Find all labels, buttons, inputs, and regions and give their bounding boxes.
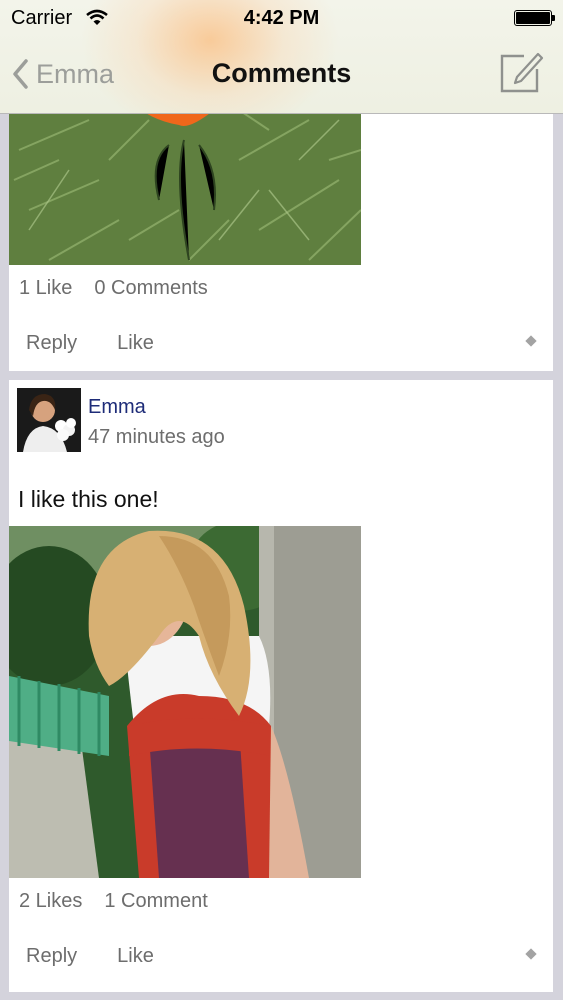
status-bar: Carrier 4:42 PM: [0, 0, 563, 36]
reply-button[interactable]: Reply: [26, 332, 77, 354]
comments-count[interactable]: 0 Comments: [94, 277, 207, 299]
reply-button[interactable]: Reply: [26, 945, 77, 967]
page-title: Comments: [211, 58, 352, 88]
more-options-icon[interactable]: [525, 948, 537, 960]
likes-count[interactable]: 2 Likes: [19, 890, 82, 912]
post-actions: Reply Like: [26, 332, 194, 355]
navigation-header: Carrier 4:42 PM Emma Comments: [0, 0, 563, 114]
nav-bar: Emma Comments: [0, 36, 563, 113]
compose-icon[interactable]: [498, 49, 544, 95]
post-card: Emma 47 minutes ago I like this one! 2 L…: [9, 380, 553, 992]
more-options-icon[interactable]: [525, 335, 537, 347]
avatar[interactable]: [17, 388, 81, 452]
author-name[interactable]: Emma: [88, 396, 146, 419]
status-time: 4:42 PM: [243, 7, 320, 29]
like-button[interactable]: Like: [117, 332, 154, 354]
battery-icon: [514, 10, 555, 26]
post-text: I like this one!: [18, 486, 159, 512]
comments-count[interactable]: 1 Comment: [104, 890, 207, 912]
post-timestamp: 47 minutes ago: [88, 426, 225, 448]
post-stats: 1 Like 0 Comments: [19, 277, 230, 300]
likes-count[interactable]: 1 Like: [19, 277, 72, 299]
post-actions: Reply Like: [26, 945, 194, 968]
like-button[interactable]: Like: [117, 945, 154, 967]
woman-in-scarf-photo[interactable]: [9, 526, 361, 878]
post-stats: 2 Likes 1 Comment: [19, 890, 230, 913]
